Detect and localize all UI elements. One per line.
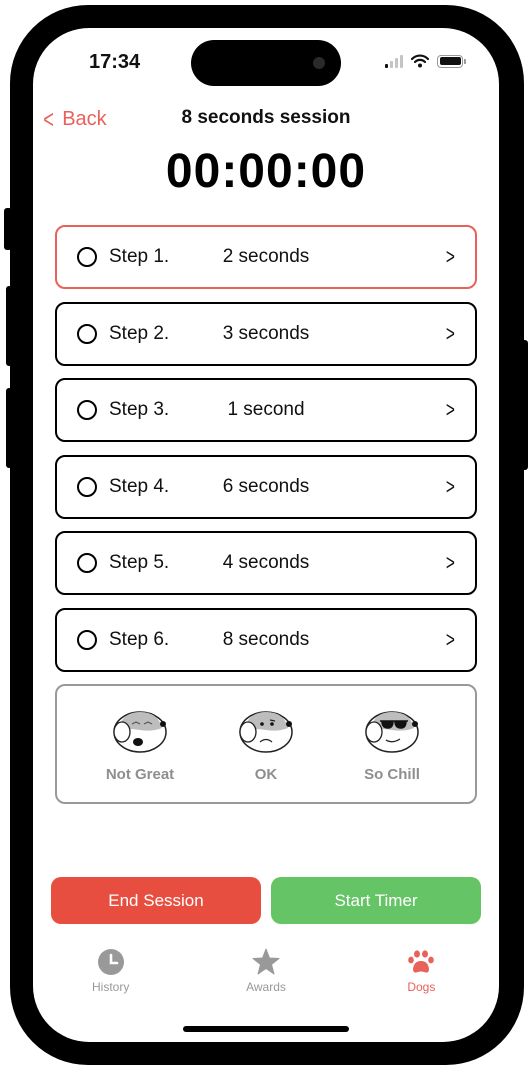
step-row[interactable]: Step 4. 6 seconds > bbox=[55, 454, 477, 519]
step-label: Step 5. bbox=[109, 552, 170, 574]
mood-not-great[interactable]: Not Great bbox=[85, 706, 195, 783]
step-row[interactable]: Step 1. 2 seconds > bbox=[55, 225, 477, 289]
dog-frown-icon bbox=[239, 710, 293, 753]
camera-icon bbox=[313, 57, 325, 69]
step-row[interactable]: Step 6. 8 seconds > bbox=[55, 607, 477, 672]
start-timer-button[interactable]: Start Timer bbox=[271, 877, 481, 924]
step-row[interactable]: Step 3. 1 second > bbox=[55, 378, 477, 443]
status-icons bbox=[385, 54, 466, 68]
paw-icon bbox=[408, 950, 435, 973]
tab-bar: History Awards Dogs bbox=[33, 948, 499, 994]
end-session-button[interactable]: End Session bbox=[51, 877, 261, 924]
mood-selector: Not Great OK So Chill bbox=[55, 684, 477, 804]
tab-label: History bbox=[91, 980, 130, 994]
back-label: Back bbox=[62, 108, 107, 130]
action-buttons: End Session Start Timer bbox=[51, 877, 481, 924]
step-label: Step 1. bbox=[109, 246, 170, 267]
mood-so-chill[interactable]: So Chill bbox=[337, 706, 447, 783]
step-row[interactable]: Step 5. 4 seconds > bbox=[55, 531, 477, 596]
step-list: Step 1. 2 seconds > Step 2. 3 seconds > … bbox=[55, 225, 477, 685]
mood-label: Not Great bbox=[105, 765, 175, 783]
radio-icon[interactable] bbox=[77, 247, 97, 267]
status-time: 17:34 bbox=[89, 51, 141, 73]
volume-down-button bbox=[6, 388, 14, 468]
tab-history[interactable]: History bbox=[33, 948, 188, 994]
radio-icon[interactable] bbox=[77, 323, 97, 344]
tab-awards[interactable]: Awards bbox=[188, 948, 343, 994]
radio-icon[interactable] bbox=[77, 476, 97, 497]
chevron-right-icon: > bbox=[446, 397, 456, 423]
chevron-right-icon: > bbox=[446, 550, 456, 576]
tab-label: Dogs bbox=[407, 980, 436, 994]
chevron-right-icon: > bbox=[446, 473, 456, 499]
mood-label: OK bbox=[254, 765, 278, 783]
chevron-right-icon: > bbox=[446, 244, 456, 269]
signal-icon bbox=[385, 54, 403, 68]
nav-bar: < Back 8 seconds session bbox=[33, 104, 499, 134]
step-label: Step 6. bbox=[109, 628, 170, 650]
chevron-right-icon: > bbox=[446, 626, 456, 652]
action-button bbox=[4, 208, 12, 250]
radio-icon[interactable] bbox=[77, 553, 97, 574]
step-row[interactable]: Step 2. 3 seconds > bbox=[55, 301, 477, 366]
volume-up-button bbox=[6, 286, 14, 366]
dynamic-island bbox=[191, 40, 341, 86]
step-label: Step 4. bbox=[109, 475, 170, 497]
dog-crying-icon bbox=[113, 710, 167, 753]
chevron-right-icon: > bbox=[446, 320, 456, 346]
wifi-icon bbox=[411, 54, 429, 68]
tab-label: Awards bbox=[246, 980, 286, 994]
clock-icon bbox=[97, 949, 124, 975]
chevron-left-icon: < bbox=[43, 104, 54, 134]
radio-icon[interactable] bbox=[77, 629, 97, 650]
dog-sunglasses-icon bbox=[365, 710, 419, 753]
radio-icon[interactable] bbox=[77, 400, 97, 421]
home-indicator[interactable] bbox=[183, 1026, 349, 1032]
mood-label: So Chill bbox=[364, 765, 420, 783]
mood-ok[interactable]: OK bbox=[211, 706, 321, 783]
screen: 17:34 < Back 8 seconds session 00:00:00 … bbox=[33, 28, 499, 1042]
step-label: Step 2. bbox=[109, 322, 170, 344]
timer-display: 00:00:00 bbox=[165, 145, 367, 198]
battery-icon bbox=[437, 54, 466, 68]
power-button bbox=[520, 340, 528, 470]
star-icon bbox=[252, 948, 280, 975]
back-button[interactable]: < Back bbox=[41, 104, 107, 135]
tab-dogs[interactable]: Dogs bbox=[344, 948, 499, 994]
step-label: Step 3. bbox=[109, 399, 170, 421]
